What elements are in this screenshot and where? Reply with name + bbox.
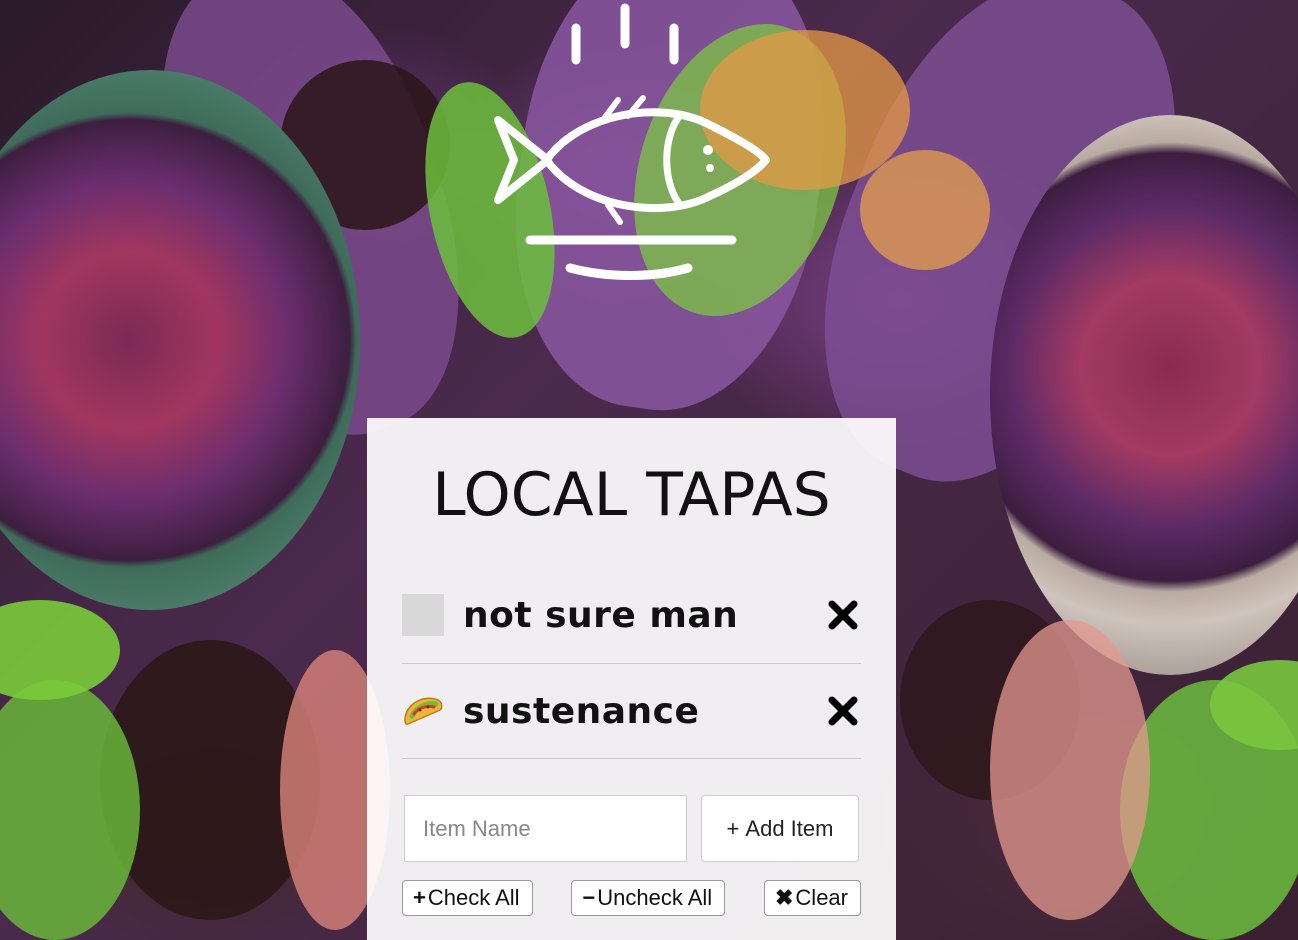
add-item-label: Add Item	[745, 815, 834, 841]
item-label[interactable]: not sure man	[463, 595, 825, 636]
clear-button[interactable]: ✖ Clear	[763, 880, 861, 916]
clear-label: Clear	[795, 885, 848, 910]
taco-icon[interactable]	[402, 690, 444, 732]
item-list: not sure man sustenance	[402, 567, 861, 759]
unchecked-box-icon[interactable]	[402, 594, 444, 636]
fish-on-plate-icon	[488, 0, 778, 290]
bulk-actions: + Check All − Uncheck All ✖ Clear	[402, 880, 861, 916]
page-title: LOCAL TAPAS	[432, 460, 831, 530]
add-item-button[interactable]: + Add Item	[701, 795, 859, 862]
todo-card: LOCAL TAPAS not sure man sustenance Item…	[367, 418, 896, 940]
list-item: not sure man	[402, 567, 861, 664]
background-lime-shape	[0, 600, 120, 700]
plus-icon: +	[726, 815, 740, 841]
add-item-form: + Add Item	[402, 795, 861, 862]
close-icon[interactable]	[825, 693, 861, 729]
minus-icon: −	[582, 885, 596, 910]
close-icon: ✖	[774, 885, 794, 910]
item-name-input[interactable]	[404, 795, 687, 862]
check-all-button[interactable]: + Check All	[402, 880, 533, 916]
background-crumble-shape	[990, 620, 1150, 920]
check-all-label: Check All	[427, 885, 520, 910]
item-label[interactable]: sustenance	[463, 691, 825, 732]
list-item: sustenance	[402, 664, 861, 759]
plus-icon: +	[413, 885, 426, 910]
uncheck-all-button[interactable]: − Uncheck All	[571, 880, 726, 916]
close-icon[interactable]	[825, 597, 861, 633]
uncheck-all-label: Uncheck All	[597, 885, 713, 910]
background-sauce-shape	[860, 150, 990, 270]
